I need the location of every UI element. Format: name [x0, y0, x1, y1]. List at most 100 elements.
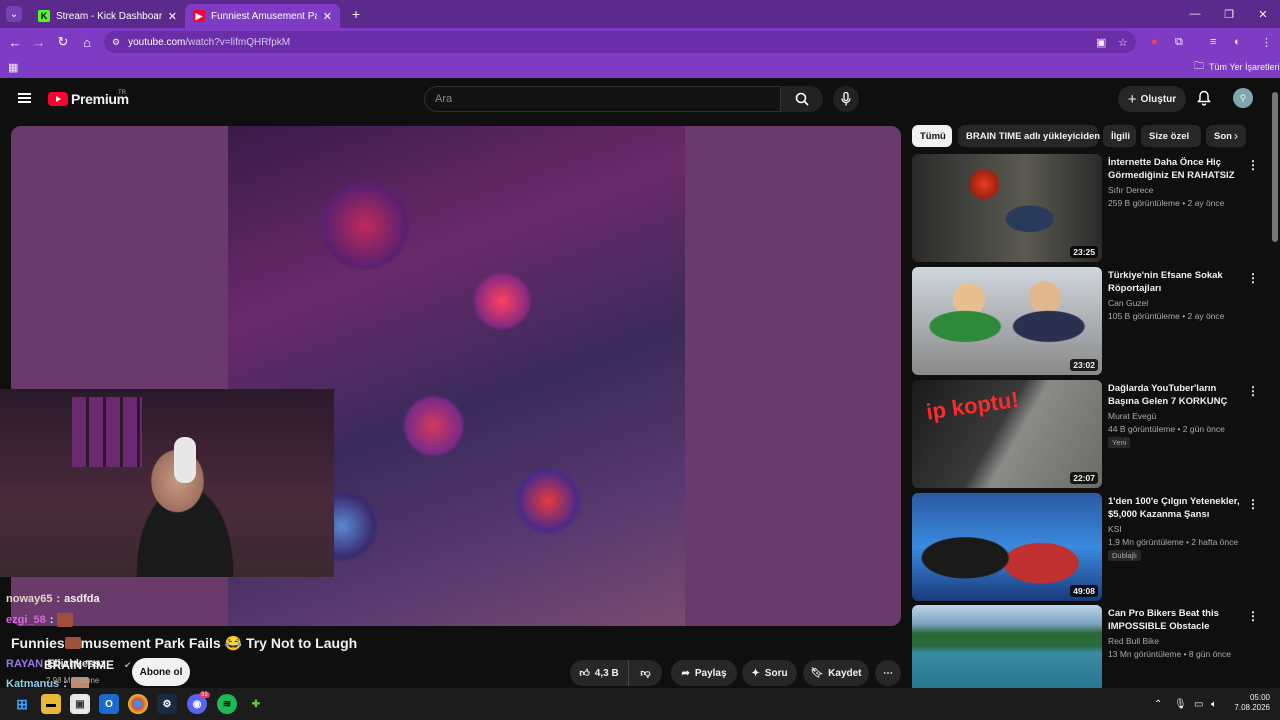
all-bookmarks-link[interactable]: Tüm Yer İşaretleri: [1209, 62, 1280, 72]
account-avatar[interactable]: ⚲: [1233, 88, 1253, 108]
minimize-button[interactable]: —: [1178, 8, 1212, 20]
chip-related[interactable]: İlgili: [1103, 125, 1136, 147]
more-options-icon[interactable]: ⋮: [1247, 271, 1259, 285]
create-button[interactable]: + Oluştur: [1118, 86, 1186, 112]
video-duration: 23:02: [1070, 359, 1098, 371]
extensions-puzzle-icon[interactable]: ⧉: [1175, 28, 1183, 56]
recommended-video[interactable]: 23:02 Türkiye'nin Efsane Sokak Röportajl…: [912, 267, 1259, 375]
ask-button[interactable]: ✦ Soru: [742, 660, 797, 686]
file-explorer-icon[interactable]: ▬: [41, 694, 61, 714]
close-tab-icon[interactable]: ✕: [323, 10, 332, 23]
channel-name: Can Guzel: [1108, 298, 1149, 308]
share-label: Paylaş: [694, 667, 727, 679]
recommended-video[interactable]: 23:25 İnternette Daha Önce Hiç Görmediği…: [912, 154, 1259, 262]
video-thumbnail: 23:02: [912, 267, 1102, 375]
search-input[interactable]: Ara: [424, 86, 781, 112]
more-options-icon[interactable]: ⋮: [1247, 384, 1259, 398]
page-scrollbar[interactable]: [1272, 92, 1278, 242]
recommended-video[interactable]: ip koptu! 22:07 Dağlarda YouTuber'ların …: [912, 380, 1259, 488]
home-icon[interactable]: ⌂: [75, 35, 99, 50]
video-title: Can Pro Bikers Beat this IMPOSSIBLE Obst…: [1108, 608, 1219, 632]
site-info-icon[interactable]: ⚙: [112, 37, 120, 48]
share-button[interactable]: ➦ Paylaş: [671, 660, 737, 686]
chat-separator: :: [56, 592, 61, 605]
like-button[interactable]: 👍︎ 4,3 B: [570, 660, 628, 686]
chip-all[interactable]: Tümü: [912, 125, 952, 147]
plus-icon: +: [1127, 90, 1137, 108]
chevron-right-icon[interactable]: ›: [1234, 129, 1238, 143]
save-label: Kaydet: [828, 667, 862, 679]
more-options-icon[interactable]: ⋮: [1247, 609, 1257, 623]
forward-icon[interactable]: →: [27, 35, 51, 50]
voice-search-button[interactable]: [833, 86, 859, 112]
microphone-icon: [841, 92, 851, 106]
close-tab-icon[interactable]: ✕: [168, 10, 177, 23]
channel-name: Red Bull Bike: [1108, 636, 1160, 646]
new-tab-button[interactable]: +: [346, 6, 366, 22]
back-icon[interactable]: ←: [3, 35, 27, 50]
game-app-icon[interactable]: ✚: [246, 694, 266, 714]
more-options-icon[interactable]: ⋮: [1247, 497, 1259, 511]
new-badge: Yeni: [1108, 437, 1131, 448]
thumbs-down-icon: 👎︎: [640, 668, 651, 679]
system-clock[interactable]: 05:00 7.08.2026: [1228, 693, 1270, 713]
outlook-icon[interactable]: O: [99, 694, 119, 714]
windows-start-icon[interactable]: ⊞: [12, 694, 32, 714]
thumbs-up-icon: 👍︎: [579, 668, 590, 679]
video-thumbnail: 23:25: [912, 154, 1102, 262]
recommended-video[interactable]: 49:08 1'den 100'e Çılgın Yetenekler, $5,…: [912, 493, 1259, 601]
bookmark-star-icon[interactable]: ☆: [1118, 28, 1128, 56]
tab-title: Stream - Kick Dashboard: [56, 10, 162, 22]
video-meta: 44 B görüntüleme • 2 gün önce: [1108, 424, 1225, 434]
title-part-a: Funnies: [11, 635, 65, 651]
cast-icon[interactable]: ▣: [1096, 28, 1106, 56]
video-title: İnternette Daha Önce Hiç Görmediğiniz EN…: [1108, 157, 1235, 181]
store-icon[interactable]: ▣: [70, 694, 90, 714]
close-window-button[interactable]: ✕: [1246, 8, 1280, 21]
reload-icon[interactable]: ↻: [51, 34, 75, 50]
youtube-play-icon: [48, 92, 68, 106]
show-hidden-icons-chevron-icon[interactable]: ⌃: [1154, 688, 1162, 720]
channel-info: BRAIN TIME ✔ 2,98 Mn abone: [44, 658, 132, 685]
video-thumbnail: [912, 605, 1102, 688]
youtube-page: Premium TR Ara + Oluştur ⚲ noway65: asdfd…: [0, 78, 1280, 691]
search-button[interactable]: [781, 86, 823, 112]
verified-icon: ✔: [124, 659, 132, 670]
save-button[interactable]: 🔖︎ Kaydet: [803, 660, 869, 686]
spotify-icon[interactable]: ≋: [217, 694, 237, 714]
browser-menu-icon[interactable]: ⋮: [1261, 28, 1272, 56]
bell-icon: [1197, 90, 1211, 106]
channel-name: Sıfır Derece: [1108, 185, 1154, 195]
youtube-logo[interactable]: Premium: [48, 91, 129, 107]
restore-button[interactable]: ❐: [1212, 8, 1246, 21]
browser-toolbar: ← → ↻ ⌂ ⚙ youtube.com/watch?v=lifmQHRfpk…: [0, 28, 1280, 56]
extension-icon[interactable]: ●: [1151, 28, 1158, 56]
recommended-video[interactable]: Can Pro Bikers Beat this IMPOSSIBLE Obst…: [912, 605, 1257, 688]
more-actions-button[interactable]: ⋯: [875, 660, 901, 686]
address-bar[interactable]: ⚙ youtube.com/watch?v=lifmQHRfpkM: [104, 31, 1136, 53]
apps-grid-icon[interactable]: ▦: [8, 61, 18, 74]
chip-from-uploader[interactable]: BRAIN TIME adlı yükleyiciden: [958, 125, 1100, 147]
channel-name: KSI: [1108, 524, 1122, 534]
more-options-icon[interactable]: ⋮: [1247, 158, 1259, 172]
tab-search-button[interactable]: ⌄: [6, 6, 22, 22]
microphone-tray-icon[interactable]: 🎙︎: [1174, 688, 1187, 720]
volume-icon[interactable]: 🔈︎: [1211, 688, 1217, 720]
chip-recent[interactable]: Son: [1206, 125, 1246, 147]
steam-icon[interactable]: ⚙: [157, 694, 177, 714]
bookmark-icon: 🔖︎: [810, 667, 824, 679]
notifications-button[interactable]: [1197, 90, 1211, 111]
dislike-button[interactable]: 👎︎: [628, 660, 662, 686]
tab-youtube-video[interactable]: ▶ Funniest Amusement Park Fails ✕: [185, 4, 340, 28]
network-icon[interactable]: ▭: [1194, 688, 1203, 720]
chip-for-you[interactable]: Size özel: [1141, 125, 1201, 147]
chrome-icon[interactable]: [128, 694, 148, 714]
subscribe-button[interactable]: Abone ol: [132, 658, 190, 686]
reading-list-icon[interactable]: ≡: [1210, 28, 1216, 56]
profile-avatar[interactable]: ◐: [1234, 28, 1241, 56]
country-code: TR: [118, 90, 126, 96]
tab-kick-dashboard[interactable]: K Stream - Kick Dashboard ✕: [30, 4, 185, 28]
menu-icon[interactable]: [18, 93, 31, 103]
ask-label: Soru: [764, 667, 788, 679]
channel-name[interactable]: BRAIN TIME: [44, 658, 114, 672]
